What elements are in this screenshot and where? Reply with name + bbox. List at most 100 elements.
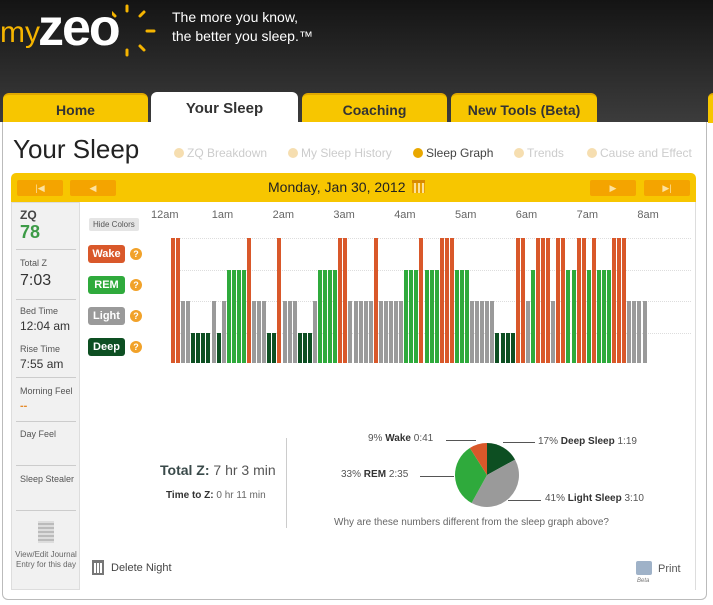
calendar-icon[interactable] (411, 180, 425, 193)
sidebar-stats: ZQ 78 Total Z 7:03 Bed Time 12:04 am Ris… (11, 202, 80, 590)
hypnogram-bar-light (480, 301, 485, 363)
hypnogram-bar-light (368, 301, 373, 363)
hypnogram-bar-wake (277, 238, 282, 363)
subnav-zq-breakdown[interactable]: ZQ Breakdown (174, 146, 267, 160)
hypnogram-bar-light (282, 301, 287, 363)
hypnogram-bar-light (292, 301, 297, 363)
hypnogram-bar-light (348, 301, 353, 363)
tab-coaching[interactable]: Coaching (302, 93, 447, 123)
subnav-sleep-graph[interactable]: Sleep Graph (413, 146, 493, 160)
hypnogram-bar-wake (541, 238, 546, 363)
header: my zeo The more you know, the better you … (0, 0, 713, 123)
hypnogram-bar-rem (459, 270, 464, 363)
help-icon[interactable]: ? (130, 310, 142, 322)
subnav-trends[interactable]: Trends (514, 146, 564, 160)
hypnogram-bar-rem (404, 270, 409, 363)
pie-label-light: 41% Light Sleep 3:10 (545, 493, 644, 504)
help-icon[interactable]: ? (130, 341, 142, 353)
hypnogram-bar-wake (617, 238, 622, 363)
hypnogram-bar-light (551, 301, 556, 363)
morning-feel[interactable]: Morning Feel (20, 386, 73, 396)
tab-new-tools[interactable]: New Tools (Beta) (451, 93, 597, 123)
hypnogram-bar-rem (241, 270, 246, 363)
journal-link[interactable]: View/Edit Journal Entry for this day (14, 550, 78, 570)
tab-more[interactable] (708, 93, 713, 123)
hypnogram-bar-rem (226, 270, 231, 363)
journal-icon[interactable] (38, 521, 54, 543)
hypnogram-bar-rem (566, 270, 571, 363)
morning-feel-value[interactable]: -- (20, 400, 27, 412)
hypnogram-bar-wake (581, 238, 586, 363)
hypnogram-bar-light (312, 301, 317, 363)
hypnogram-bar-light (394, 301, 399, 363)
hypnogram-bar-light (363, 301, 368, 363)
pie-label-deep: 17% Deep Sleep 1:19 (538, 436, 637, 447)
hypnogram-bar-rem (434, 270, 439, 363)
hypnogram-bar-wake (247, 238, 252, 363)
rise-time: 7:55 am (20, 357, 64, 371)
hypnogram-bar-light (637, 301, 642, 363)
hypnogram-bar-light (358, 301, 363, 363)
hypnogram-bar-deep (201, 333, 206, 363)
hypnogram-bar-rem (323, 270, 328, 363)
next-night-button[interactable]: ▶ (590, 180, 636, 196)
hypnogram-bar-light (485, 301, 490, 363)
hour-label: 6am (515, 209, 538, 221)
delete-night-button[interactable]: Delete Night (92, 560, 172, 575)
hypnogram-bar-deep (297, 333, 302, 363)
subnav-sleep-history[interactable]: My Sleep History (288, 146, 392, 160)
hypnogram-bar-rem (333, 270, 338, 363)
sleep-stealer[interactable]: Sleep Stealer (20, 474, 74, 484)
total-z: 7:03 (20, 272, 52, 289)
hour-label: 7am (576, 209, 598, 221)
stage-deep-label: Deep (88, 338, 125, 356)
hypnogram-bar-deep (500, 333, 505, 363)
hypnogram-bar-light (287, 301, 292, 363)
hypnogram-bar-light (262, 301, 267, 363)
hypnogram-bar-rem (414, 270, 419, 363)
hypnogram-bar-deep (267, 333, 272, 363)
tagline: The more you know, the better you sleep.™ (172, 9, 313, 44)
hypnogram-bar-rem (318, 270, 323, 363)
pie-label-rem: 33% REM 2:35 (341, 469, 409, 480)
print-button[interactable]: Print (658, 563, 681, 575)
trash-icon (92, 560, 104, 575)
hypnogram-bar-rem (424, 270, 429, 363)
hypnogram-bar-light (389, 301, 393, 363)
hypnogram-bar-deep (505, 333, 510, 363)
hypnogram-bar-deep (216, 333, 221, 363)
last-night-button[interactable]: ▶| (644, 180, 690, 196)
date-label: Monday, Jan 30, 2012 (268, 179, 425, 195)
hour-label: 1am (211, 209, 234, 221)
prev-night-button[interactable]: ◀ (70, 180, 116, 196)
tab-home[interactable]: Home (3, 93, 148, 123)
hypnogram-bar-wake (576, 238, 581, 363)
hypnogram-bar-rem (596, 270, 601, 363)
hypnogram-bar-light (642, 301, 647, 363)
hypnogram-bar-wake (546, 238, 551, 363)
hypnogram-bar-deep (495, 333, 500, 363)
hypnogram-bar-wake (622, 238, 627, 363)
why-different-link[interactable]: Why are these numbers different from the… (334, 517, 609, 528)
hypnogram-bar-light (383, 301, 388, 363)
subnav-cause-effect[interactable]: Cause and Effect (587, 146, 692, 160)
hour-label: 4am (394, 209, 416, 221)
day-feel[interactable]: Day Feel (20, 429, 56, 439)
hypnogram-bar-light (399, 301, 404, 363)
help-icon[interactable]: ? (130, 279, 142, 291)
first-night-button[interactable]: |◀ (17, 180, 63, 196)
hypnogram-bar-rem (409, 270, 414, 363)
hypnogram-bar-light (475, 301, 480, 363)
tab-your-sleep[interactable]: Your Sleep (151, 92, 298, 122)
help-icon[interactable]: ? (130, 248, 142, 260)
time-to-z: Time to Z: 0 hr 11 min (166, 490, 266, 501)
hide-colors-button[interactable]: Hide Colors (89, 218, 139, 231)
hypnogram-bar-wake (536, 238, 541, 363)
hypnogram-bar-rem (328, 270, 333, 363)
hypnogram-bar-light (221, 301, 226, 363)
printer-icon[interactable] (636, 561, 652, 575)
hypnogram-bar-light (632, 301, 637, 363)
stage-wake-label: Wake (88, 245, 125, 263)
hour-label: 2am (272, 209, 294, 221)
hypnogram-bar-wake (515, 238, 520, 363)
